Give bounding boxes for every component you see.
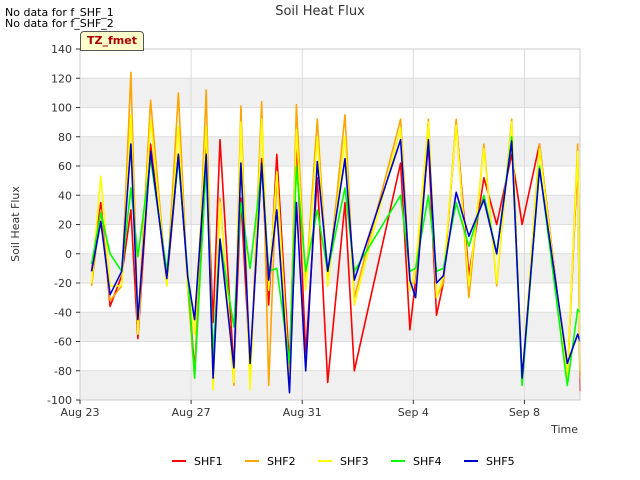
legend-label: SHF4 (413, 454, 442, 468)
y-tick-label: 20 (58, 219, 72, 232)
legend-label: SHF5 (486, 454, 515, 468)
legend-item-shf5: SHF5 (464, 452, 515, 470)
legend-swatch (391, 460, 405, 462)
legend-swatch (318, 460, 332, 462)
y-tick-label: 100 (51, 102, 72, 115)
x-tick-label: Aug 31 (283, 406, 322, 419)
y-tick-label: 140 (51, 43, 72, 56)
x-axis-ticks: Aug 23 Aug 27 Aug 31 Sep 4 Sep 8 (61, 400, 540, 419)
legend: SHF1 SHF2 SHF3 SHF4 SHF5 (0, 452, 640, 470)
legend-label: SHF2 (267, 454, 296, 468)
y-axis-ticks: -100-80-60-40-20020406080100120140 (47, 43, 80, 407)
soil-heat-flux-chart: -100-80-60-40-20020406080100120140 Aug 2… (9, 4, 581, 436)
legend-swatch (245, 460, 259, 462)
y-tick-label: 0 (65, 248, 72, 261)
y-tick-label: 60 (58, 160, 72, 173)
legend-item-shf3: SHF3 (318, 452, 369, 470)
y-tick-label: -80 (54, 365, 72, 378)
legend-item-shf4: SHF4 (391, 452, 442, 470)
y-tick-label: 120 (51, 72, 72, 85)
y-tick-label: 80 (58, 131, 72, 144)
x-axis-label: Time (550, 423, 578, 436)
grid-band (80, 312, 580, 342)
legend-item-shf1: SHF1 (172, 452, 223, 470)
legend-label: SHF1 (194, 454, 223, 468)
x-tick-label: Sep 8 (509, 406, 540, 419)
y-tick-label: -20 (54, 277, 72, 290)
x-tick-label: Sep 4 (398, 406, 429, 419)
grid-band (80, 78, 580, 108)
legend-swatch (464, 460, 478, 462)
x-tick-label: Aug 23 (61, 406, 100, 419)
y-tick-label: -60 (54, 336, 72, 349)
y-tick-label: -40 (54, 306, 72, 319)
x-tick-label: Aug 27 (172, 406, 211, 419)
y-axis-label: Soil Heat Flux (9, 186, 22, 262)
legend-item-shf2: SHF2 (245, 452, 296, 470)
y-tick-label: 40 (58, 189, 72, 202)
legend-swatch (172, 460, 186, 462)
station-badge: TZ_fmet (80, 31, 144, 51)
legend-label: SHF3 (340, 454, 369, 468)
grid-band (80, 370, 580, 400)
chart-title: Soil Heat Flux (275, 4, 365, 19)
